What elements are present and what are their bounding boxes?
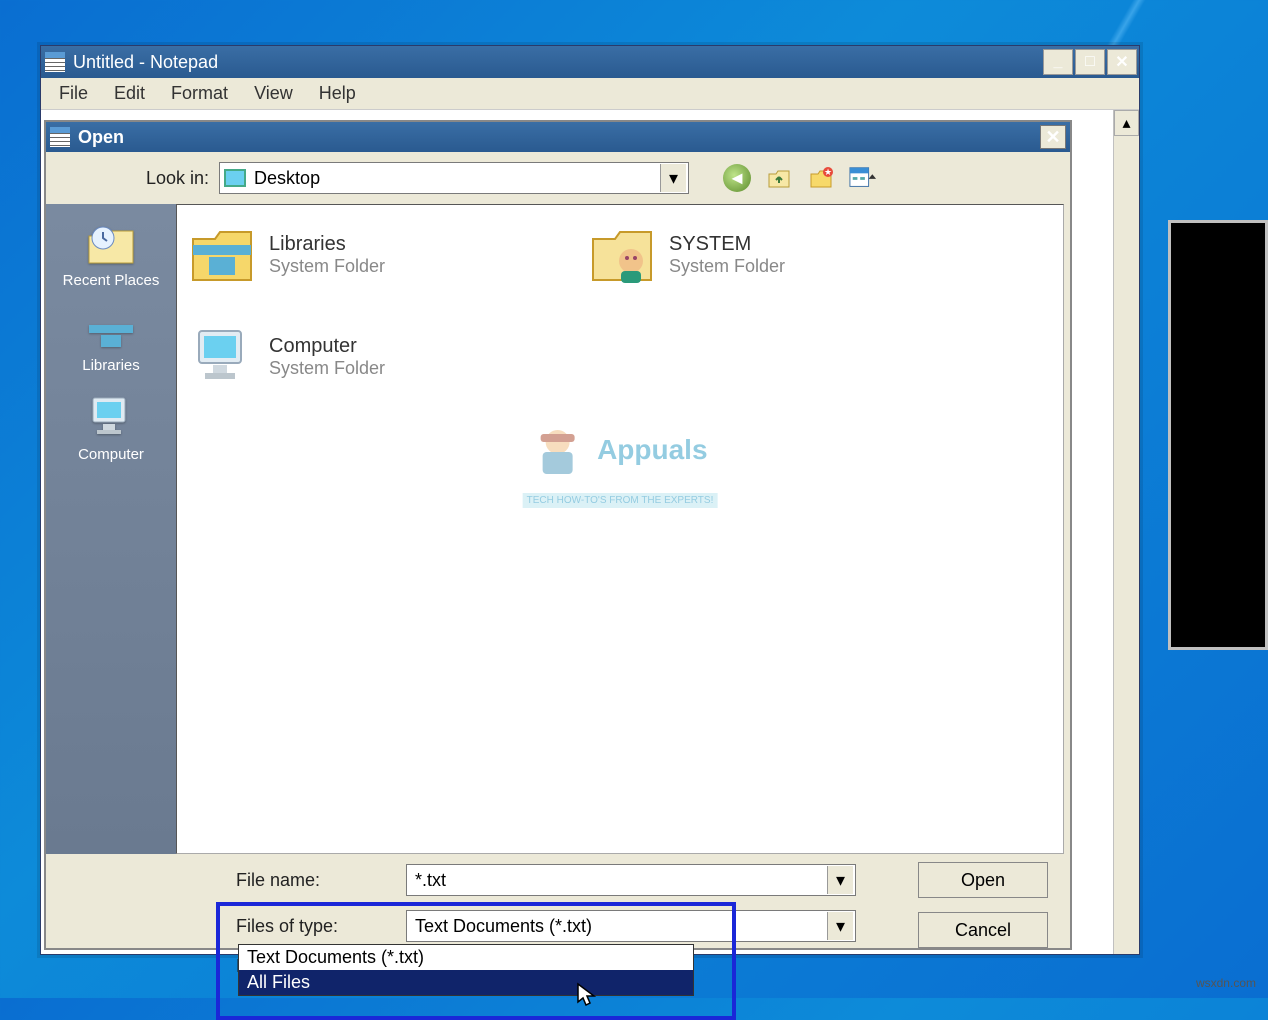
notepad-icon	[45, 52, 65, 72]
notepad-client: ▴ Open ✕ Look in: Desktop ▾ ◄	[41, 110, 1139, 954]
menu-view[interactable]: View	[244, 81, 303, 106]
system-folder-icon	[587, 223, 657, 285]
cancel-button[interactable]: Cancel	[918, 912, 1048, 948]
menu-help[interactable]: Help	[309, 81, 366, 106]
view-menu-icon[interactable]	[849, 164, 877, 192]
filename-combo[interactable]: *.txt ▾	[406, 864, 856, 896]
places-bar: Recent Places Libraries Computer	[46, 204, 176, 854]
desktop-icon	[224, 169, 246, 187]
minimize-button[interactable]: _	[1043, 49, 1073, 75]
svg-text:★: ★	[824, 167, 832, 177]
scrollbar-vertical[interactable]: ▴	[1113, 110, 1139, 954]
look-in-value: Desktop	[254, 168, 320, 189]
open-dialog-bottom: File name: *.txt ▾ Files of type: Text D…	[46, 854, 1070, 1005]
place-libraries-label: Libraries	[82, 357, 140, 374]
new-folder-icon[interactable]: ★	[807, 164, 835, 192]
menu-file[interactable]: File	[49, 81, 98, 106]
chevron-down-icon[interactable]: ▾	[660, 164, 686, 192]
place-recent-label: Recent Places	[63, 272, 160, 289]
filetype-combo[interactable]: Text Documents (*.txt) ▾	[406, 910, 856, 942]
filename-label: File name:	[236, 870, 406, 891]
background-window	[1168, 220, 1268, 650]
item-system-name: SYSTEM	[669, 232, 785, 256]
scroll-up-icon[interactable]: ▴	[1114, 110, 1139, 136]
libraries-folder-icon	[187, 223, 257, 285]
filetype-label: Files of type:	[236, 916, 406, 937]
item-computer-name: Computer	[269, 334, 385, 358]
open-dialog-titlebar[interactable]: Open ✕	[46, 122, 1070, 152]
notepad-title: Untitled - Notepad	[73, 52, 218, 73]
item-libraries-name: Libraries	[269, 232, 385, 256]
item-computer[interactable]: Computer System Folder	[187, 325, 507, 387]
place-computer[interactable]: Computer	[78, 392, 144, 463]
item-libraries[interactable]: Libraries System Folder	[187, 223, 507, 285]
filetype-value: Text Documents (*.txt)	[415, 916, 592, 937]
open-dialog-icon	[50, 127, 70, 147]
open-button[interactable]: Open	[918, 862, 1048, 898]
open-dialog-close-button[interactable]: ✕	[1040, 125, 1066, 149]
open-dialog: Open ✕ Look in: Desktop ▾ ◄ ★	[44, 120, 1072, 950]
close-button[interactable]: ✕	[1107, 49, 1137, 75]
chevron-down-icon[interactable]: ▾	[827, 866, 853, 894]
look-in-label: Look in:	[146, 168, 209, 189]
open-dialog-title: Open	[78, 127, 124, 148]
item-computer-type: System Folder	[269, 358, 385, 379]
menu-edit[interactable]: Edit	[104, 81, 155, 106]
notepad-window: Untitled - Notepad _ □ ✕ File Edit Forma…	[40, 45, 1140, 955]
notepad-titlebar[interactable]: Untitled - Notepad _ □ ✕	[41, 46, 1139, 78]
item-libraries-type: System Folder	[269, 256, 385, 277]
place-libraries[interactable]: Libraries	[82, 307, 140, 374]
chevron-down-icon[interactable]: ▾	[827, 912, 853, 940]
look-in-dropdown[interactable]: Desktop ▾	[219, 162, 689, 194]
site-watermark: wsxdn.com	[1196, 976, 1256, 990]
item-system-type: System Folder	[669, 256, 785, 277]
appuals-watermark: Appuals TECH HOW-TO'S FROM THE EXPERTS!	[523, 420, 718, 508]
watermark-tagline: TECH HOW-TO'S FROM THE EXPERTS!	[523, 493, 718, 508]
menu-format[interactable]: Format	[161, 81, 238, 106]
computer-icon	[187, 325, 257, 387]
open-dialog-toolbar: Look in: Desktop ▾ ◄ ★	[46, 152, 1070, 204]
cursor-icon	[576, 982, 596, 1008]
maximize-button[interactable]: □	[1075, 49, 1105, 75]
place-recent[interactable]: Recent Places	[63, 222, 160, 289]
watermark-brand: Appuals	[597, 434, 707, 465]
filename-value: *.txt	[415, 870, 446, 891]
menu-bar: File Edit Format View Help	[41, 78, 1139, 110]
filetype-dropdown-list[interactable]: Text Documents (*.txt) All Files	[238, 944, 694, 996]
item-system[interactable]: SYSTEM System Folder	[587, 223, 907, 285]
back-icon[interactable]: ◄	[723, 164, 751, 192]
filetype-option-allfiles[interactable]: All Files	[239, 970, 693, 995]
filetype-option-txt[interactable]: Text Documents (*.txt)	[239, 945, 693, 970]
file-list-pane[interactable]: Libraries System Folder SYSTEM System Fo…	[176, 204, 1064, 854]
place-computer-label: Computer	[78, 446, 144, 463]
up-folder-icon[interactable]	[765, 164, 793, 192]
